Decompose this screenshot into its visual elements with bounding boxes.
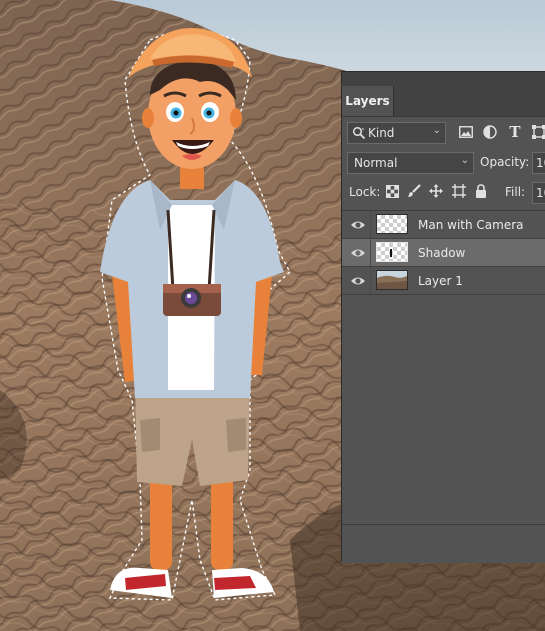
- visibility-eye-icon[interactable]: [350, 274, 366, 288]
- layer-row-man-with-camera[interactable]: Man with Camera: [342, 211, 545, 239]
- layer-name[interactable]: Layer 1: [418, 274, 463, 288]
- lock-label: Lock:: [349, 185, 381, 199]
- layer-thumbnail: [376, 242, 408, 262]
- visibility-eye-icon[interactable]: [350, 246, 366, 260]
- lock-all-icon[interactable]: [473, 183, 489, 199]
- layer-row-layer-1[interactable]: Layer 1: [342, 267, 545, 295]
- opacity-label: Opacity:: [480, 155, 530, 169]
- lock-position-icon[interactable]: [428, 183, 444, 199]
- layer-thumbnail: [376, 270, 408, 290]
- layer-list: Man with Camera Shadow Layer 1: [342, 210, 545, 295]
- chevron-down-icon: ⌄: [432, 125, 441, 136]
- chevron-down-icon: ⌄: [460, 155, 469, 166]
- lock-image-pixels-icon[interactable]: [406, 183, 422, 199]
- layer-name[interactable]: Man with Camera: [418, 218, 524, 232]
- type-filter-icon[interactable]: T: [507, 123, 523, 141]
- lock-artboard-icon[interactable]: [451, 183, 467, 199]
- row-divider: [370, 211, 371, 238]
- visibility-eye-icon[interactable]: [350, 218, 366, 232]
- fill-input[interactable]: 10: [532, 182, 545, 204]
- adjustment-filter-icon[interactable]: [482, 124, 498, 140]
- layer-name[interactable]: Shadow: [418, 246, 465, 260]
- search-icon: [352, 126, 366, 143]
- fill-label: Fill:: [505, 185, 526, 199]
- row-divider: [370, 239, 371, 266]
- filter-kind-label: Kind: [368, 126, 395, 140]
- filter-kind-dropdown[interactable]: Kind ⌄: [347, 122, 446, 144]
- row-divider: [370, 267, 371, 294]
- blend-mode-value: Normal: [354, 156, 398, 170]
- layer-thumbnail: [376, 214, 408, 234]
- blend-mode-dropdown[interactable]: Normal ⌄: [347, 152, 474, 174]
- layer-row-shadow[interactable]: Shadow: [342, 239, 545, 267]
- panel-footer: [342, 524, 545, 563]
- opacity-input[interactable]: 10: [532, 152, 545, 174]
- shape-filter-icon[interactable]: [531, 124, 545, 140]
- panel-tab-bar: Layers: [342, 72, 545, 117]
- tab-layers[interactable]: Layers: [342, 86, 394, 116]
- layers-panel: Layers Kind ⌄ T Normal ⌄ Opacity: 10 Loc…: [341, 71, 545, 563]
- lock-transparent-pixels-icon[interactable]: [384, 183, 400, 199]
- image-filter-icon[interactable]: [458, 124, 474, 140]
